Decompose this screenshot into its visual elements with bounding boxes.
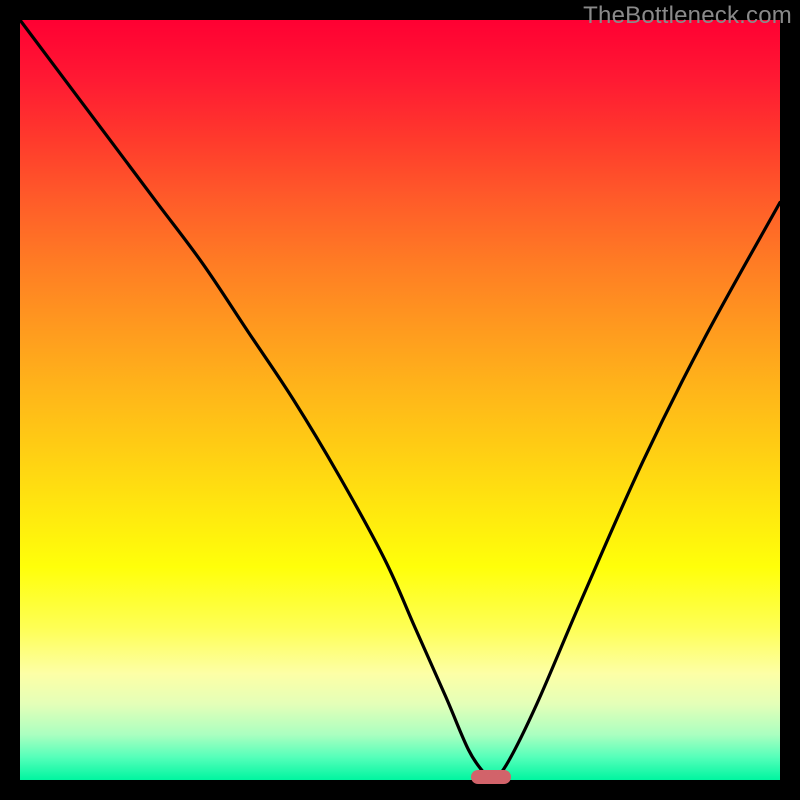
bottleneck-curve: [20, 20, 780, 780]
curve-svg: [20, 20, 780, 780]
watermark-text: TheBottleneck.com: [583, 2, 792, 30]
chart-frame: TheBottleneck.com: [0, 0, 800, 800]
min-marker: [471, 770, 511, 784]
plot-area: [20, 20, 780, 780]
